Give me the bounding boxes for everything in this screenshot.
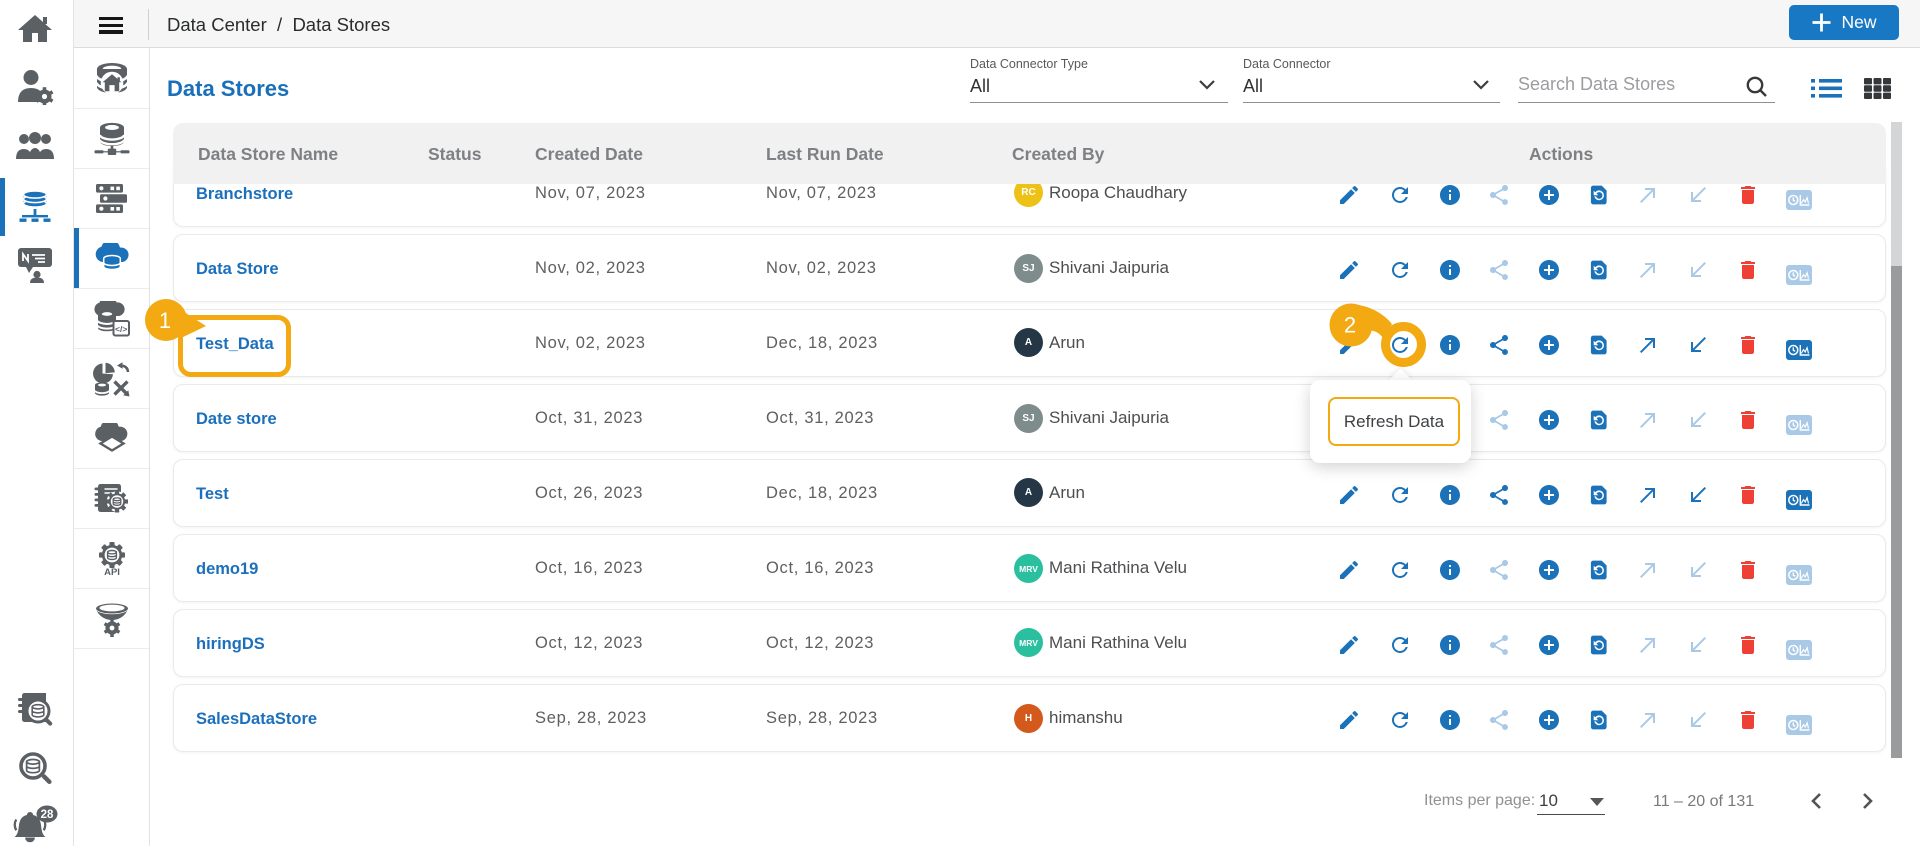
svg-text:</>: </> [115,323,127,333]
svg-text:28: 28 [41,809,54,821]
svg-text:1: 1 [159,308,171,333]
svg-text:2: 2 [1344,313,1356,338]
svg-text:API: API [104,567,120,577]
